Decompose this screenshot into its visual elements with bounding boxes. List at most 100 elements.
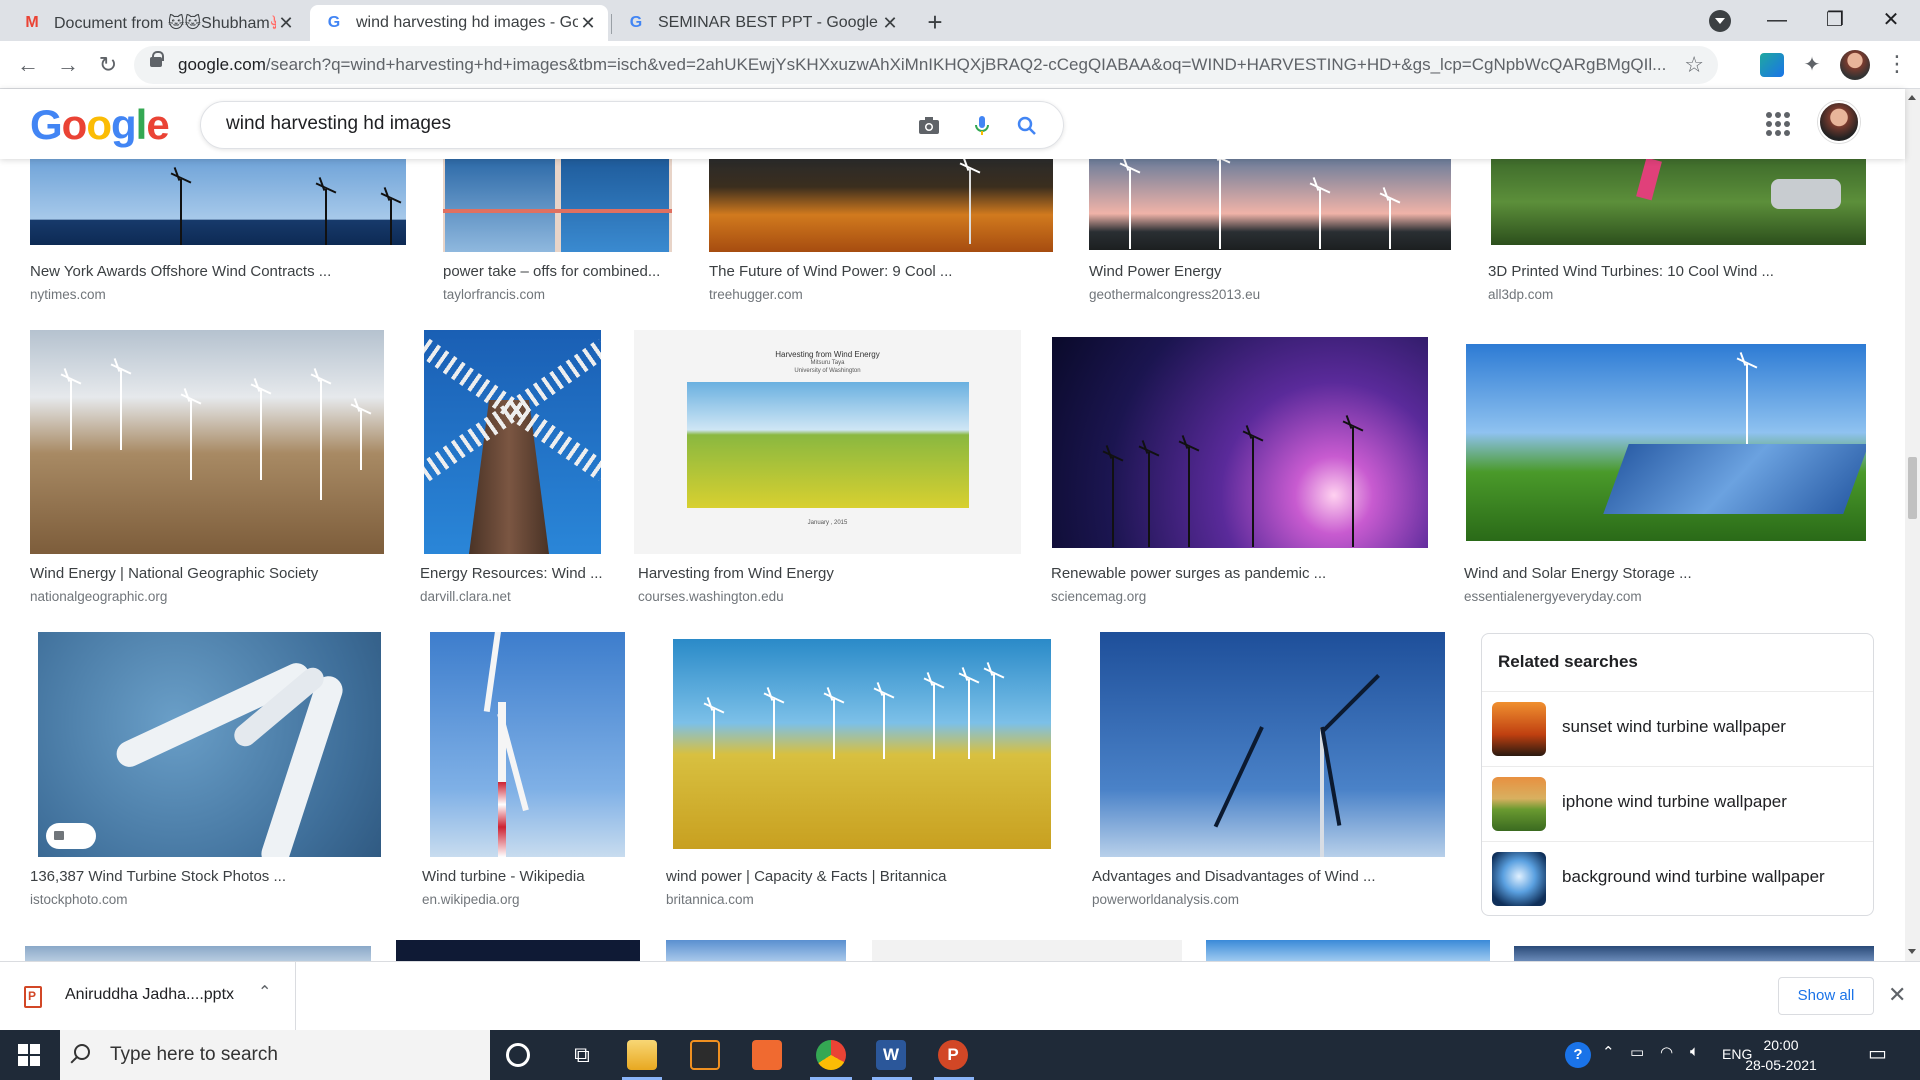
minimize-button[interactable]: — xyxy=(1748,0,1806,40)
result-title[interactable]: Advantages and Disadvantages of Wind ... xyxy=(1092,868,1452,885)
page-scrollbar[interactable] xyxy=(1905,89,1920,961)
result-thumbnail[interactable] xyxy=(1100,632,1445,857)
google-logo[interactable]: Google xyxy=(30,101,170,149)
google-header: Google xyxy=(0,89,1905,159)
related-search-item[interactable]: background wind turbine wallpaper xyxy=(1482,841,1873,916)
download-item[interactable]: Aniruddha Jadha....pptx ⌃ xyxy=(0,962,296,1031)
xampp-icon[interactable] xyxy=(752,1040,782,1070)
result-thumbnail[interactable] xyxy=(396,940,640,961)
camera-icon[interactable] xyxy=(917,114,941,138)
tab-wind-harvesting[interactable]: G wind harvesting hd images - Goo ✕ xyxy=(310,5,608,41)
puzzle-icon[interactable]: ✦ xyxy=(1800,53,1824,77)
related-thumbnail xyxy=(1492,702,1546,756)
result-thumbnail[interactable] xyxy=(30,159,406,245)
taskbar-search-placeholder: Type here to search xyxy=(110,1044,278,1065)
result-source: britannica.com xyxy=(666,892,754,907)
tab-gmail[interactable]: M Document from 🐱🐱Shubham🐙 ✕ xyxy=(8,5,306,41)
download-filename[interactable]: Aniruddha Jadha....pptx xyxy=(65,986,234,1004)
result-thumbnail[interactable] xyxy=(666,940,846,961)
scroll-thumb[interactable] xyxy=(1908,457,1917,519)
address-bar[interactable]: google.com/search?q=wind+harvesting+hd+i… xyxy=(134,46,1718,84)
result-thumbnail[interactable]: Harvesting from Wind Energy Mitsuru Taya… xyxy=(634,330,1021,554)
extension-icon[interactable] xyxy=(1760,53,1784,77)
close-icon[interactable]: ✕ xyxy=(276,13,296,34)
slide-date: January , 2015 xyxy=(807,520,848,526)
close-icon[interactable]: ✕ xyxy=(578,13,598,34)
microphone-icon[interactable] xyxy=(970,114,994,138)
cortana-icon[interactable] xyxy=(506,1043,530,1067)
scroll-down-arrow-icon[interactable] xyxy=(1908,949,1916,954)
reload-button[interactable]: ↻ xyxy=(94,51,122,79)
tab-seminar-ppt[interactable]: G SEMINAR BEST PPT - Google Sea ✕ xyxy=(612,5,910,41)
result-source: nationalgeographic.org xyxy=(30,589,168,604)
result-title[interactable]: The Future of Wind Power: 9 Cool ... xyxy=(709,263,1053,280)
result-title[interactable]: Wind turbine - Wikipedia xyxy=(422,868,627,885)
battery-icon[interactable]: ▭ xyxy=(1630,1043,1644,1061)
search-icon[interactable] xyxy=(1015,114,1039,138)
sublime-text-icon[interactable] xyxy=(690,1040,720,1070)
related-search-item[interactable]: iphone wind turbine wallpaper xyxy=(1482,766,1873,841)
result-thumbnail[interactable] xyxy=(25,946,371,961)
related-search-text[interactable]: iphone wind turbine wallpaper xyxy=(1562,792,1787,812)
result-source: sciencemag.org xyxy=(1051,589,1147,604)
wifi-icon[interactable]: ◠ xyxy=(1660,1043,1673,1061)
chrome-icon[interactable] xyxy=(816,1040,846,1070)
close-window-button[interactable]: ✕ xyxy=(1862,0,1920,40)
result-thumbnail[interactable] xyxy=(673,639,1051,849)
volume-icon[interactable]: 🔈︎ xyxy=(1690,1043,1699,1060)
menu-icon[interactable]: ⋮ xyxy=(1886,51,1908,77)
taskbar-search-box[interactable]: Type here to search xyxy=(60,1030,490,1080)
related-search-text[interactable]: sunset wind turbine wallpaper xyxy=(1562,717,1786,737)
result-title[interactable]: 136,387 Wind Turbine Stock Photos ... xyxy=(30,868,384,885)
result-title[interactable]: Energy Resources: Wind ... xyxy=(420,565,605,582)
result-title[interactable]: Wind Energy | National Geographic Societ… xyxy=(30,565,384,582)
scroll-up-arrow-icon[interactable] xyxy=(1908,95,1916,100)
bookmark-star-icon[interactable]: ☆ xyxy=(1684,52,1704,78)
result-title[interactable]: Harvesting from Wind Energy xyxy=(638,565,1018,582)
close-icon[interactable]: ✕ xyxy=(1888,982,1906,1008)
result-title[interactable]: Wind Power Energy xyxy=(1089,263,1451,280)
result-title[interactable]: power take – offs for combined... xyxy=(443,263,672,280)
result-thumbnail[interactable] xyxy=(38,632,381,857)
result-thumbnail[interactable] xyxy=(709,159,1053,252)
google-apps-icon[interactable] xyxy=(1766,112,1790,136)
show-all-button[interactable]: Show all xyxy=(1778,977,1874,1015)
result-title[interactable]: New York Awards Offshore Wind Contracts … xyxy=(30,263,406,280)
result-thumbnail[interactable] xyxy=(1514,946,1874,961)
result-title[interactable]: wind power | Capacity & Facts | Britanni… xyxy=(666,868,1056,885)
result-title[interactable]: Renewable power surges as pandemic ... xyxy=(1051,565,1429,582)
result-thumbnail[interactable] xyxy=(424,330,601,554)
result-thumbnail[interactable] xyxy=(1052,337,1428,548)
notifications-icon[interactable]: ▭ xyxy=(1868,1041,1887,1066)
related-search-item[interactable]: sunset wind turbine wallpaper xyxy=(1482,691,1873,766)
result-thumbnail[interactable] xyxy=(443,159,672,252)
tab-search-icon[interactable] xyxy=(1709,10,1731,32)
result-title[interactable]: 3D Printed Wind Turbines: 10 Cool Wind .… xyxy=(1488,263,1868,280)
windows-start-icon[interactable] xyxy=(18,1044,40,1066)
clock[interactable]: 20:00 28-05-2021 xyxy=(1745,1035,1817,1075)
forward-button[interactable]: → xyxy=(54,51,82,79)
search-input[interactable] xyxy=(226,113,866,135)
result-thumbnail[interactable] xyxy=(430,632,625,857)
file-explorer-icon[interactable] xyxy=(627,1040,657,1070)
profile-avatar[interactable] xyxy=(1840,50,1870,80)
result-thumbnail[interactable] xyxy=(1491,159,1866,245)
account-avatar[interactable] xyxy=(1818,101,1860,143)
chevron-up-icon[interactable]: ⌃ xyxy=(1602,1043,1615,1061)
new-tab-button[interactable]: + xyxy=(920,8,950,38)
result-thumbnail[interactable] xyxy=(30,330,384,554)
task-view-icon[interactable]: ⧉ xyxy=(567,1040,597,1070)
restore-button[interactable]: ❐ xyxy=(1806,0,1864,40)
result-thumbnail[interactable] xyxy=(872,940,1182,961)
result-thumbnail[interactable] xyxy=(1206,940,1490,961)
related-search-text[interactable]: background wind turbine wallpaper xyxy=(1562,867,1825,887)
result-title[interactable]: Wind and Solar Energy Storage ... xyxy=(1464,565,1864,582)
back-button[interactable]: ← xyxy=(14,51,42,79)
help-icon[interactable]: ? xyxy=(1565,1042,1591,1068)
powerpoint-icon[interactable]: P xyxy=(938,1040,968,1070)
chevron-up-icon[interactable]: ⌃ xyxy=(258,982,271,1002)
close-icon[interactable]: ✕ xyxy=(880,13,900,34)
result-thumbnail[interactable] xyxy=(1466,344,1866,541)
result-thumbnail[interactable] xyxy=(1089,159,1451,250)
word-icon[interactable]: W xyxy=(876,1040,906,1070)
